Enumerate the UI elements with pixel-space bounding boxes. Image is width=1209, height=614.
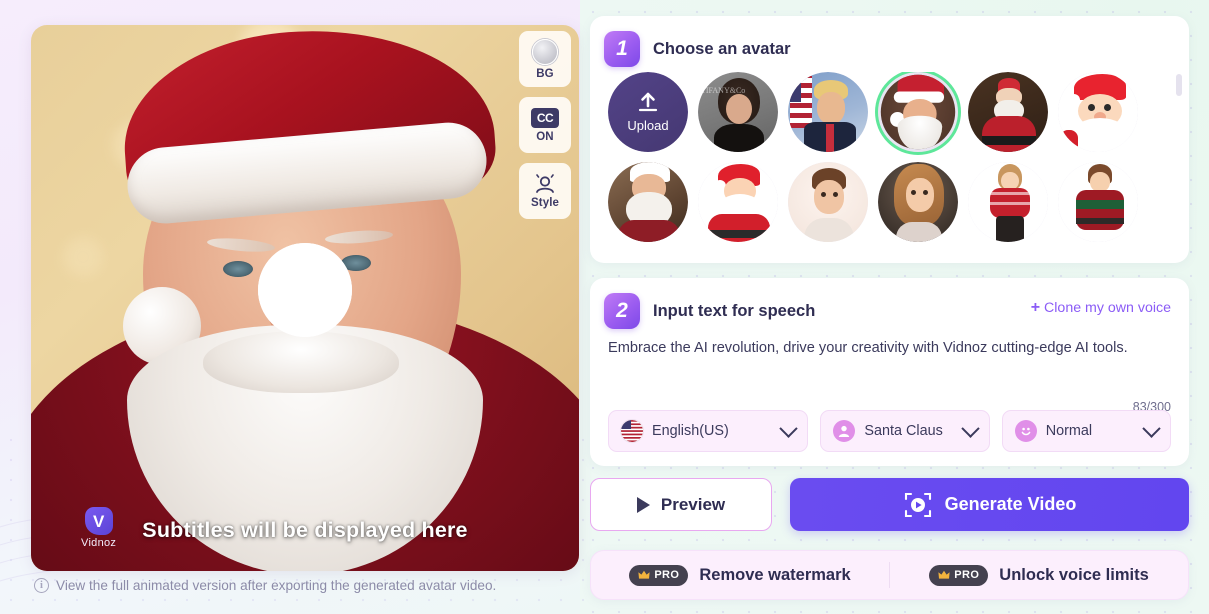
video-controls-stack: BG CC ON Style [519,31,571,219]
unlock-voice-limits-item[interactable]: PRO Unlock voice limits [890,564,1188,586]
avatar-scrollbar-thumb[interactable] [1176,74,1182,96]
remove-watermark-item[interactable]: PRO Remove watermark [591,564,889,586]
unlock-voice-limits-label: Unlock voice limits [999,565,1149,584]
chevron-down-icon [961,418,980,438]
speech-text-input[interactable] [608,338,1171,402]
chevron-down-icon [1142,418,1161,438]
play-triangle-icon [636,496,650,513]
style-face-icon [536,173,554,193]
voice-select-value: Santa Claus [864,423,943,439]
pro-badge-label: PRO [654,569,680,581]
avatar-man-christmas-sweater-3d[interactable] [1058,162,1138,242]
step-badge-1: 1 [604,31,640,67]
voice-settings-row: English(US) Santa Claus Normal [608,410,1171,452]
style-control-button[interactable]: Style [519,163,571,219]
upload-arrow-icon [638,92,658,112]
style-select-value: Normal [1045,423,1093,439]
avatar-row: Upload TIFANY&Co [608,72,1171,152]
play-icon [258,243,352,337]
avatar-santa-seated-chair[interactable] [968,72,1048,152]
generate-video-label: Generate Video [944,494,1077,514]
choose-avatar-card: 1 Choose an avatar Upload TIFANY&Co [590,16,1189,263]
clone-my-voice-link[interactable]: + Clone my own voice [1030,299,1171,317]
avatar-scrollbar[interactable] [1176,74,1182,254]
choose-avatar-header: 1 Choose an avatar [590,16,1189,67]
remove-watermark-label: Remove watermark [699,565,851,584]
crown-icon [638,570,650,579]
avatar-man-suit-red-tie[interactable] [788,72,868,152]
crown-icon [938,570,950,579]
vidnoz-watermark-label: Vidnoz [81,537,117,549]
background-circle-icon [532,38,558,65]
video-frame-icon [904,492,931,517]
vidnoz-logo-icon: V [84,507,113,535]
avatar-upload-button[interactable]: Upload [608,72,688,152]
avatar-young-woman-3d[interactable] [878,162,958,242]
language-select-value: English(US) [652,423,729,439]
video-export-note-text: View the full animated version after exp… [56,578,497,593]
avatar-santa-smiling-photo[interactable] [878,72,958,152]
input-text-title: Input text for speech [653,301,816,320]
avatar-woman-red-sweater-3d[interactable] [968,162,1048,242]
clone-my-voice-label: Clone my own voice [1044,300,1171,316]
step-badge-2: 2 [604,293,640,329]
avatar-santa-cartoon-standing[interactable] [698,162,778,242]
caption-control-button[interactable]: CC ON [519,97,571,153]
choose-avatar-title: Choose an avatar [653,39,791,58]
chevron-down-icon [779,418,799,438]
us-flag-icon [621,420,643,442]
avatar-grid[interactable]: Upload TIFANY&Co [590,72,1189,255]
person-icon [833,420,856,442]
language-select[interactable]: English(US) [608,410,809,452]
closed-caption-icon: CC [531,107,559,128]
avatar-row [608,162,1171,242]
pro-badge: PRO [629,564,689,586]
video-preview-panel[interactable]: BG CC ON Style Subtitles will be display… [31,25,579,571]
avatar-upload-label: Upload [627,118,669,133]
avatar-woman-black-dress[interactable]: TIFANY&Co [698,72,778,152]
style-select[interactable]: Normal [1001,410,1171,452]
input-text-card: 2 Input text for speech + Clone my own v… [590,278,1189,466]
info-icon: i [34,578,49,593]
video-export-note: i View the full animated version after e… [34,578,496,593]
generate-video-button[interactable]: Generate Video [790,478,1189,531]
avatar-young-man-3d[interactable] [788,162,868,242]
background-control-button[interactable]: BG [519,31,571,87]
preview-button[interactable]: Preview [590,478,772,531]
plus-icon: + [1030,299,1041,316]
style-control-label: Style [531,196,559,209]
input-text-header: 2 Input text for speech + Clone my own v… [590,278,1189,329]
vidnoz-watermark: V Vidnoz [81,507,116,549]
play-button[interactable] [258,243,352,337]
avatar-santa-indoor-photo[interactable] [608,162,688,242]
pro-badge-label: PRO [954,569,980,581]
background-control-label: BG [536,67,554,80]
caption-control-label: ON [536,130,554,143]
smiley-icon [1014,420,1037,442]
preview-button-label: Preview [660,494,726,514]
pro-badge: PRO [929,564,989,586]
voice-select[interactable]: Santa Claus [820,410,990,452]
avatar-santa-cartoon-3d[interactable] [1058,72,1138,152]
pro-upsell-bar: PRO Remove watermark PRO Unlock voice li… [590,550,1189,600]
